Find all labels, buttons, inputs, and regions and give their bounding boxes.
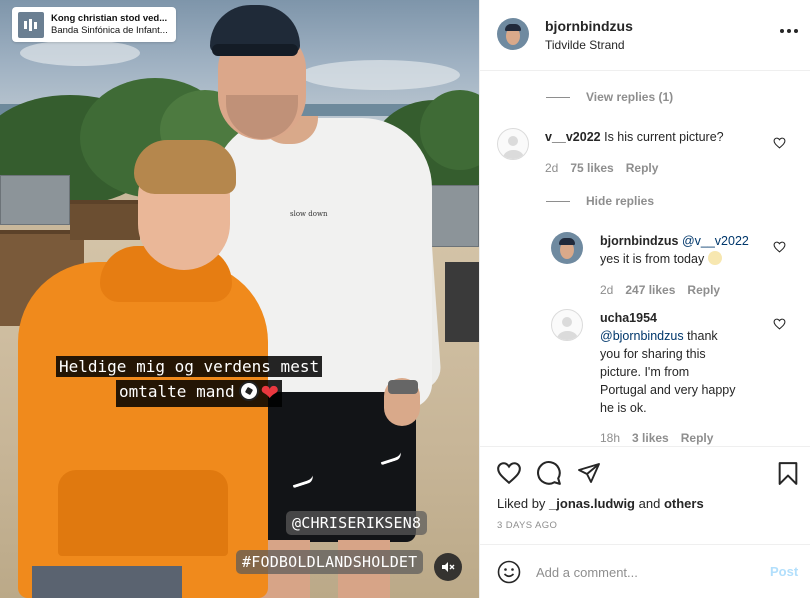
comments-list[interactable]: View replies (1) v__v2022 Is his current… (480, 72, 810, 446)
liked-by-others[interactable]: others (664, 496, 704, 511)
save-bookmark-icon[interactable] (777, 461, 799, 486)
mention-tag[interactable]: @CHRISERIKSEN8 (286, 511, 428, 535)
reply-text-line1: thank (687, 329, 718, 343)
reply-text-line5: he is ok. (600, 401, 647, 415)
like-comment-heart-icon[interactable] (773, 241, 786, 253)
comment-text: Is his current picture? (604, 130, 724, 144)
reply-text-line3: picture. I'm from (600, 365, 690, 379)
mute-button[interactable] (434, 553, 462, 581)
author-username[interactable]: bjornbindzus (545, 18, 633, 34)
pallet (70, 200, 140, 240)
view-replies-label: View replies (1) (586, 90, 674, 104)
liked-by-and: and (638, 496, 661, 511)
watch (388, 380, 418, 394)
reply-mention[interactable]: @bjornbindzus (600, 329, 684, 343)
commenter-avatar[interactable] (497, 128, 529, 160)
post-details-panel: bjornbindzus Tidvilde Strand View replie… (479, 0, 810, 598)
reply-button[interactable]: Reply (681, 431, 714, 445)
comment-input[interactable] (536, 562, 756, 582)
like-comment-heart-icon[interactable] (773, 318, 786, 330)
shirt-print: slow down (290, 210, 328, 218)
more-options-icon[interactable] (780, 28, 798, 34)
avatar-cap (505, 24, 521, 31)
commenter-avatar[interactable] (551, 309, 583, 341)
reply-comment: ucha1954 @bjornbindzus thank you for sha… (600, 309, 765, 417)
reply-meta: 2d 247 likes Reply (600, 283, 732, 297)
smile-emoji-icon (707, 251, 722, 265)
story-caption-line1: Heldige mig og verdens mest (56, 356, 323, 377)
author-avatar[interactable] (497, 18, 529, 50)
comment-bubble-icon[interactable] (536, 460, 562, 486)
boy-jeans (32, 566, 182, 598)
divider-line (546, 200, 570, 202)
bench (0, 175, 70, 225)
boy-hoodie-pocket (58, 470, 228, 556)
reply-text-line2: you for sharing this (600, 347, 706, 361)
hide-replies-button[interactable]: Hide replies (546, 194, 654, 208)
cloud (300, 60, 460, 90)
comment-username[interactable]: v__v2022 (545, 130, 601, 144)
share-paper-plane-icon[interactable] (576, 461, 602, 485)
man-cap-brim (212, 44, 298, 56)
reply-meta: 18h 3 likes Reply (600, 431, 725, 445)
post-media[interactable]: slow down Kong christian stod ved... Ban… (0, 0, 479, 598)
album-art-icon (18, 11, 44, 38)
music-artist: Banda Sinfónica de Infant... (51, 24, 168, 36)
liked-by-prefix: Liked by (497, 496, 546, 511)
comment-time[interactable]: 2d (545, 161, 558, 175)
red-heart-icon: ❤ (260, 381, 280, 406)
reply-time[interactable]: 2d (600, 283, 613, 297)
view-replies-button[interactable]: View replies (1) (546, 90, 673, 104)
reply-text-line4: Portugal and very happy (600, 383, 736, 397)
liked-by-user[interactable]: _jonas.ludwig (549, 496, 635, 511)
emoji-smile-icon[interactable] (497, 560, 521, 584)
post-location[interactable]: Tidvilde Strand (545, 38, 625, 52)
caption-text: omtalte mand (119, 382, 235, 401)
like-comment-heart-icon[interactable] (773, 137, 786, 149)
post-header: bjornbindzus Tidvilde Strand (480, 0, 810, 71)
post-timestamp[interactable]: 3 DAYS AGO (497, 520, 557, 531)
reply-username[interactable]: ucha1954 (600, 311, 657, 325)
reply-likes[interactable]: 3 likes (632, 431, 669, 445)
planter (445, 262, 479, 342)
reply-likes[interactable]: 247 likes (625, 283, 675, 297)
music-sticker[interactable]: Kong christian stod ved... Banda Sinfóni… (12, 7, 176, 42)
divider-line (546, 96, 570, 98)
soccer-ball-icon (238, 381, 259, 401)
reply-button[interactable]: Reply (626, 161, 659, 175)
comment: v__v2022 Is his current picture? (545, 128, 724, 146)
post-comment-button[interactable]: Post (770, 564, 798, 579)
speaker-muted-icon (442, 562, 455, 572)
liked-by-text: Liked by _jonas.ludwig and others (497, 496, 704, 511)
add-comment-bar: Post (480, 544, 810, 598)
reply-button[interactable]: Reply (687, 283, 720, 297)
avatar-cap (559, 238, 575, 245)
comment-meta: 2d 75 likes Reply (545, 161, 670, 175)
hashtag-tag[interactable]: #FODBOLDLANDSHOLDET (236, 550, 424, 574)
like-heart-icon[interactable] (496, 461, 522, 485)
reply-comment: bjornbindzus @v__v2022 yes it is from to… (600, 232, 775, 268)
reply-mention[interactable]: @v__v2022 (682, 234, 749, 248)
cloud (20, 40, 140, 66)
reply-text: yes it is from today (600, 252, 705, 266)
comment-likes[interactable]: 75 likes (570, 161, 613, 175)
hide-replies-label: Hide replies (586, 194, 655, 208)
music-title: Kong christian stod ved... (51, 12, 168, 24)
story-caption-line2: omtalte mand ❤ (116, 380, 283, 407)
reply-author-avatar[interactable] (551, 232, 583, 264)
boy-hair (134, 140, 236, 194)
reply-username[interactable]: bjornbindzus (600, 234, 678, 248)
reply-time[interactable]: 18h (600, 431, 620, 445)
post-actions: Liked by _jonas.ludwig and others 3 DAYS… (480, 446, 810, 546)
